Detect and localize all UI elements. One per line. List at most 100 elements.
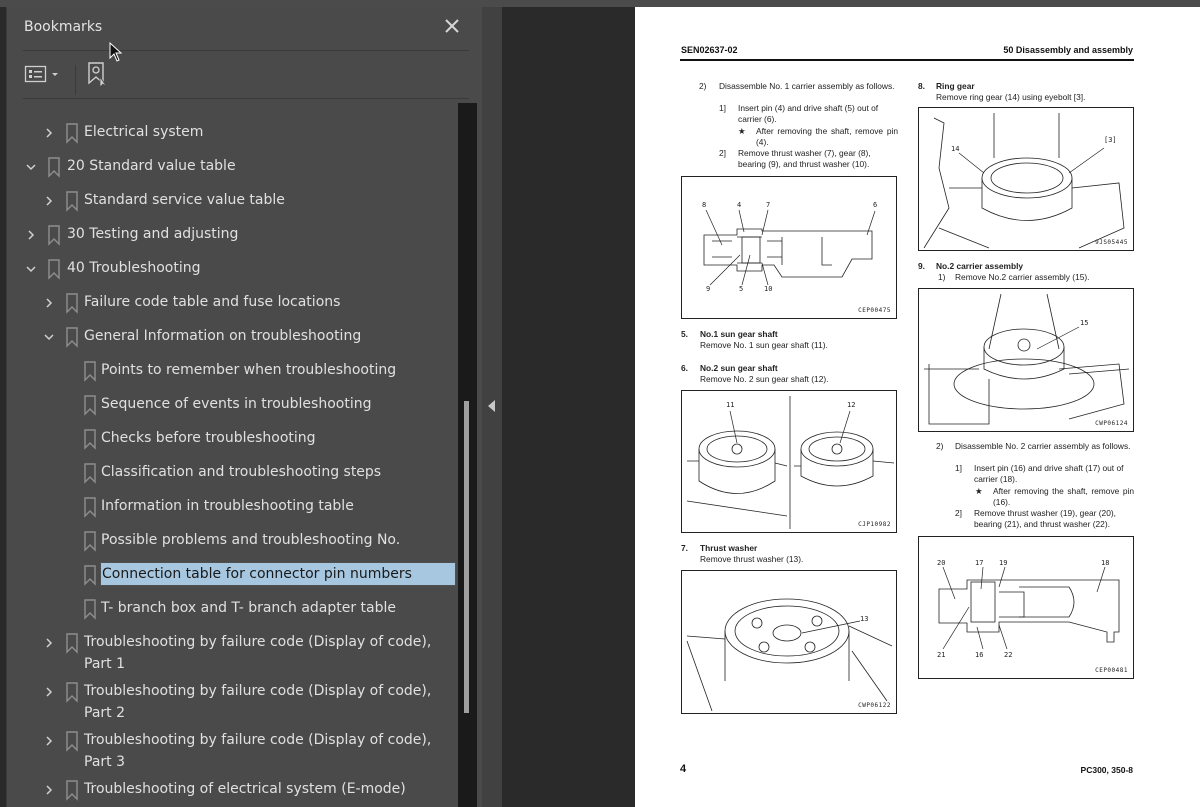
bookmark-item[interactable]: Electrical system <box>7 121 459 155</box>
bookmark-label[interactable]: Troubleshooting by failure code (Display… <box>84 680 457 724</box>
figure-code: CEP00475 <box>858 307 891 314</box>
scrollbar-thumb[interactable] <box>464 401 469 713</box>
section-num: 5. <box>681 329 688 339</box>
sub-num: 2] <box>955 508 962 518</box>
bookmark-icon <box>66 123 78 144</box>
section-heading: Thrust washer <box>700 543 758 553</box>
bookmark-icon <box>84 463 96 484</box>
sub-text: Remove thrust washer (19), gear (20), be… <box>974 508 1116 529</box>
bookmark-label[interactable]: General Information on troubleshooting <box>84 325 457 347</box>
doc-code: SEN02637-02 <box>681 45 738 55</box>
chevron-right-icon[interactable] <box>43 297 55 309</box>
figure-code: 9JS05445 <box>1095 239 1128 246</box>
callout: 20 <box>937 559 946 567</box>
figure-ring-gear: 14 [3] 9JS05445 <box>918 107 1134 251</box>
callout: 19 <box>999 559 1008 567</box>
bookmark-label[interactable]: T- branch box and T- branch adapter tabl… <box>101 597 457 619</box>
sub-num: 1) <box>938 272 946 282</box>
chevron-right-icon[interactable] <box>43 195 55 207</box>
bookmark-item[interactable]: Points to remember when troubleshooting <box>7 359 459 393</box>
bookmark-item[interactable]: Connection table for connector pin numbe… <box>7 562 459 597</box>
callout: 18 <box>1101 559 1110 567</box>
chevron-right-icon[interactable] <box>43 784 55 796</box>
section-title: 50 Disassembly and assembly <box>1003 45 1133 55</box>
sub-text: Remove thrust washer (7), gear (8), bear… <box>738 148 871 169</box>
bookmark-icon <box>48 157 60 178</box>
bookmark-item[interactable]: Checks before troubleshooting <box>7 427 459 461</box>
bookmark-item[interactable]: Troubleshooting of electrical system (E-… <box>7 778 459 807</box>
carrier-diagram <box>703 209 876 286</box>
bookmark-item[interactable]: General Information on troubleshooting <box>7 325 459 359</box>
chevron-down-icon[interactable] <box>43 331 55 343</box>
panel-splitter[interactable] <box>482 7 502 807</box>
section-heading: No.2 carrier assembly <box>936 261 1024 271</box>
section-text: Remove No. 2 sun gear shaft (12). <box>700 374 829 384</box>
bookmark-label[interactable]: Classification and troubleshooting steps <box>101 461 457 483</box>
bookmark-label-selected[interactable]: Connection table for connector pin numbe… <box>100 562 456 586</box>
bookmark-label[interactable]: Electrical system <box>84 121 457 143</box>
bookmark-icon <box>48 259 60 280</box>
bookmark-icon <box>48 225 60 246</box>
bookmark-icon <box>66 191 78 212</box>
bookmark-label[interactable]: Failure code table and fuse locations <box>84 291 457 313</box>
bookmark-label[interactable]: Possible problems and troubleshooting No… <box>101 529 457 551</box>
bookmark-icon <box>84 361 96 382</box>
ring-gear-illustration <box>923 113 1125 249</box>
bookmark-icon <box>66 327 78 348</box>
callout: 7 <box>766 201 771 209</box>
find-current-bookmark-button[interactable] <box>86 61 112 89</box>
pdf-page: SEN02637-02 50 Disassembly and assembly … <box>635 7 1200 807</box>
bookmark-label[interactable]: Points to remember when troubleshooting <box>101 359 457 381</box>
bookmark-label[interactable]: Troubleshooting by failure code (Display… <box>84 631 457 675</box>
step-num: 2) <box>699 81 707 91</box>
section-text: Remove ring gear (14) using eyebolt [3]. <box>936 92 1086 102</box>
chevron-right-icon[interactable] <box>43 735 55 747</box>
bookmark-label[interactable]: Checks before troubleshooting <box>101 427 457 449</box>
chevron-right-icon[interactable] <box>43 127 55 139</box>
bookmark-label[interactable]: Sequence of events in troubleshooting <box>101 393 457 415</box>
bookmark-item[interactable]: Possible problems and troubleshooting No… <box>7 529 459 563</box>
bookmark-label[interactable]: 30 Testing and adjusting <box>67 223 457 245</box>
bookmark-icon <box>84 565 96 586</box>
chevron-down-icon[interactable] <box>25 263 37 275</box>
chevron-right-icon[interactable] <box>43 686 55 698</box>
step-text: Disassemble No. 2 carrier assembly as fo… <box>955 441 1131 451</box>
bookmark-item[interactable]: 20 Standard value table <box>7 155 459 189</box>
bookmark-item[interactable]: Troubleshooting by failure code (Display… <box>7 631 459 680</box>
chevron-right-icon[interactable] <box>43 637 55 649</box>
bookmark-label[interactable]: Troubleshooting of electrical system (E-… <box>84 778 457 800</box>
bookmark-item[interactable]: Troubleshooting by failure code (Display… <box>7 729 459 778</box>
bookmark-label[interactable]: Troubleshooting by failure code (Display… <box>84 729 457 773</box>
bookmarks-scrollbar[interactable] <box>458 103 477 807</box>
bookmark-item[interactable]: 30 Testing and adjusting <box>7 223 459 257</box>
star-icon: ★ <box>738 126 746 136</box>
collapse-panel-arrow-icon[interactable] <box>488 400 495 412</box>
bookmark-icon <box>66 780 78 801</box>
header-rule <box>680 59 1134 61</box>
figure-sun-gear-shafts: 11 12 CJP10982 <box>681 390 897 533</box>
thrust-washer-illustration <box>686 598 893 712</box>
bookmark-label[interactable]: 40 Troubleshooting <box>67 257 457 279</box>
bookmark-item[interactable]: T- branch box and T- branch adapter tabl… <box>7 597 459 631</box>
bookmark-icon <box>66 633 78 654</box>
bookmark-item[interactable]: Failure code table and fuse locations <box>7 291 459 325</box>
callout: 16 <box>975 651 984 659</box>
callout: 8 <box>702 201 707 209</box>
chevron-right-icon[interactable] <box>25 229 37 241</box>
sub-text: Insert pin (4) and drive shaft (5) out o… <box>738 103 879 124</box>
bookmark-label[interactable]: 20 Standard value table <box>67 155 457 177</box>
sun-gear-illustration <box>686 396 895 529</box>
bookmark-item[interactable]: Classification and troubleshooting steps <box>7 461 459 495</box>
bookmark-item[interactable]: Standard service value table <box>7 189 459 223</box>
bookmark-item[interactable]: Information in troubleshooting table <box>7 495 459 529</box>
callout: 10 <box>764 285 773 293</box>
bookmark-item[interactable]: Sequence of events in troubleshooting <box>7 393 459 427</box>
sub-text: Insert pin (16) and drive shaft (17) out… <box>974 463 1124 484</box>
bookmark-item[interactable]: Troubleshooting by failure code (Display… <box>7 680 459 729</box>
bookmark-label[interactable]: Information in troubleshooting table <box>101 495 457 517</box>
chevron-down-icon[interactable] <box>25 161 37 173</box>
bookmark-label[interactable]: Standard service value table <box>84 189 457 211</box>
bookmark-options-button[interactable] <box>24 63 64 85</box>
close-panel-button[interactable] <box>443 17 461 35</box>
bookmark-item[interactable]: 40 Troubleshooting <box>7 257 459 291</box>
